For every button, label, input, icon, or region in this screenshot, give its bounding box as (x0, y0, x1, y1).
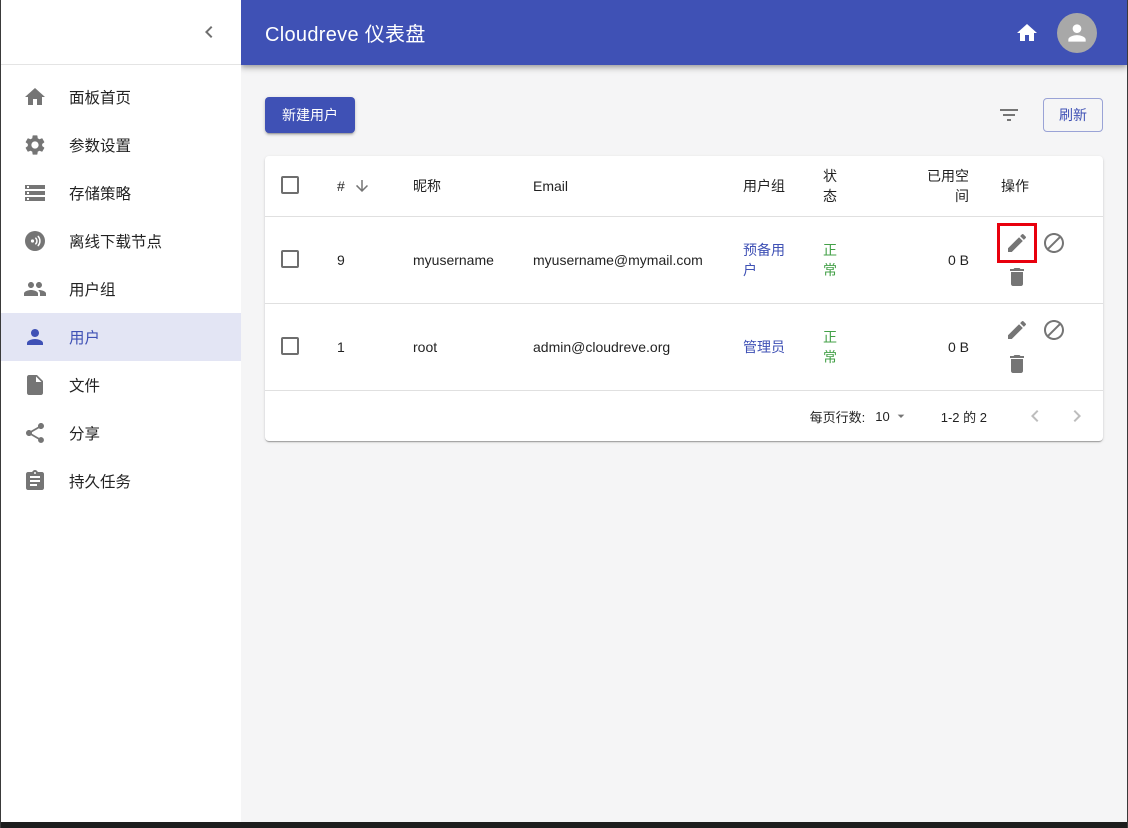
app-bar: Cloudreve 仪表盘 (241, 0, 1127, 65)
person-icon (23, 325, 47, 349)
sidebar-item-label: 分享 (69, 426, 101, 443)
delete-user-button[interactable] (1001, 348, 1033, 380)
user-avatar-button[interactable] (1057, 12, 1097, 53)
chevron-left-icon (1023, 404, 1047, 428)
sidebar-item-label: 用户组 (69, 282, 116, 299)
sidebar-collapse-button[interactable] (197, 20, 221, 44)
edit-user-button[interactable] (1001, 314, 1033, 346)
refresh-button[interactable]: 刷新 (1043, 98, 1103, 132)
sidebar-item-shares[interactable]: 分享 (1, 409, 241, 457)
avatar-person-icon (1064, 20, 1090, 46)
sidebar-item-persistent-tasks[interactable]: 持久任务 (1, 457, 241, 505)
sidebar-item-storage-policy[interactable]: 存储策略 (1, 169, 241, 217)
chevron-right-icon (1065, 404, 1089, 428)
filter-button[interactable] (997, 103, 1021, 127)
cell-used-space: 0 B (865, 303, 985, 391)
rows-per-page-label: 每页行数: (809, 409, 866, 425)
user-group-link[interactable]: 预备用户 (743, 242, 785, 278)
table-row: 1 root admin@cloudreve.org 管理员 正常 0 B (265, 303, 1103, 391)
sidebar-item-label: 用户 (69, 330, 101, 347)
trash-icon (1005, 352, 1029, 376)
toolbar: 新建用户 刷新 (265, 97, 1103, 133)
next-page-button[interactable] (1063, 402, 1091, 430)
row-checkbox[interactable] (281, 249, 299, 268)
pencil-edit-icon (1005, 318, 1029, 342)
cell-email: admin@cloudreve.org (517, 303, 727, 391)
home-button[interactable] (1015, 21, 1039, 45)
sidebar-item-files[interactable]: 文件 (1, 361, 241, 409)
cell-used-space: 0 B (865, 216, 985, 304)
app-bar-actions (1015, 12, 1097, 53)
status-badge: 正常 (823, 242, 837, 278)
home-icon (23, 85, 47, 109)
gear-icon (23, 133, 47, 157)
column-header-email[interactable]: Email (517, 156, 727, 217)
cell-email: myusername@mymail.com (517, 216, 727, 304)
cell-nick: myusername (397, 216, 517, 304)
sidebar-item-user-groups[interactable]: 用户组 (1, 265, 241, 313)
sidebar-item-label: 持久任务 (69, 474, 132, 491)
status-badge: 正常 (823, 329, 837, 365)
cell-nick: root (397, 303, 517, 391)
column-header-group: 用户组 (727, 156, 807, 217)
previous-page-button[interactable] (1021, 402, 1049, 430)
column-header-id[interactable]: # (321, 156, 397, 217)
sidebar-item-users[interactable]: 用户 (1, 313, 241, 361)
file-icon (23, 373, 47, 397)
window-bottom-edge (1, 822, 1127, 828)
group-icon (23, 277, 47, 301)
row-actions (997, 223, 1093, 293)
edit-user-button[interactable] (997, 223, 1037, 263)
column-header-used[interactable]: 已用空间 (865, 156, 985, 217)
user-group-link[interactable]: 管理员 (743, 339, 785, 355)
new-user-button[interactable]: 新建用户 (265, 97, 355, 133)
main-content: 新建用户 刷新 # 昵称 Email 用户组 状态 已用空间 操作 9 myus… (241, 65, 1127, 822)
storage-icon (23, 181, 47, 205)
cloudreve-dashboard-window: 面板首页 参数设置 存储策略 离线下载节点 用户组 用户 文件 分享 持久任务 … (0, 0, 1128, 828)
filter-list-icon (997, 103, 1021, 127)
users-table: # 昵称 Email 用户组 状态 已用空间 操作 9 myusername m… (265, 156, 1103, 391)
cell-id: 9 (321, 216, 397, 304)
sidebar-header (1, 0, 241, 65)
column-header-actions: 操作 (985, 156, 1103, 217)
sidebar-item-offline-download-nodes[interactable]: 离线下载节点 (1, 217, 241, 265)
column-header-nick[interactable]: 昵称 (397, 156, 517, 217)
users-table-card: # 昵称 Email 用户组 状态 已用空间 操作 9 myusername m… (265, 156, 1103, 441)
pagination-range-label: 1-2 的 2 (940, 409, 987, 425)
home-icon (1015, 21, 1039, 45)
broadcast-node-icon (23, 229, 47, 253)
trash-icon (1005, 265, 1029, 289)
toolbar-right: 刷新 (997, 98, 1103, 132)
block-icon (1042, 318, 1066, 342)
pencil-edit-icon (1005, 231, 1029, 255)
sidebar-nav: 面板首页 参数设置 存储策略 离线下载节点 用户组 用户 文件 分享 持久任务 (1, 65, 241, 505)
sidebar-item-label: 离线下载节点 (69, 234, 163, 251)
cell-id: 1 (321, 303, 397, 391)
sidebar-item-label: 存储策略 (69, 186, 132, 203)
delete-user-button[interactable] (1001, 261, 1033, 293)
table-row: 9 myusername myusername@mymail.com 预备用户 … (265, 216, 1103, 304)
block-user-button[interactable] (1038, 314, 1070, 346)
row-checkbox[interactable] (281, 336, 299, 355)
sidebar: 面板首页 参数设置 存储策略 离线下载节点 用户组 用户 文件 分享 持久任务 (1, 0, 241, 822)
sidebar-item-settings[interactable]: 参数设置 (1, 121, 241, 169)
chevron-left-icon (197, 20, 221, 44)
arrow-down-icon (353, 177, 371, 195)
block-user-button[interactable] (1038, 227, 1070, 259)
page-title: Cloudreve 仪表盘 (265, 24, 426, 46)
row-actions (1001, 314, 1093, 380)
block-icon (1042, 231, 1066, 255)
sidebar-item-label: 面板首页 (69, 90, 132, 107)
column-header-status: 状态 (807, 156, 865, 217)
dropdown-arrow-icon (893, 408, 909, 424)
table-header-row: # 昵称 Email 用户组 状态 已用空间 操作 (265, 156, 1103, 217)
sidebar-item-label: 文件 (69, 378, 101, 395)
rows-per-page-select[interactable]: 10 (875, 408, 908, 424)
share-icon (23, 421, 47, 445)
table-pagination: 每页行数: 10 1-2 的 2 (265, 391, 1103, 441)
clipboard-icon (23, 469, 47, 493)
select-all-checkbox[interactable] (281, 175, 299, 194)
sidebar-item-dashboard-home[interactable]: 面板首页 (1, 73, 241, 121)
sidebar-item-label: 参数设置 (69, 138, 132, 155)
